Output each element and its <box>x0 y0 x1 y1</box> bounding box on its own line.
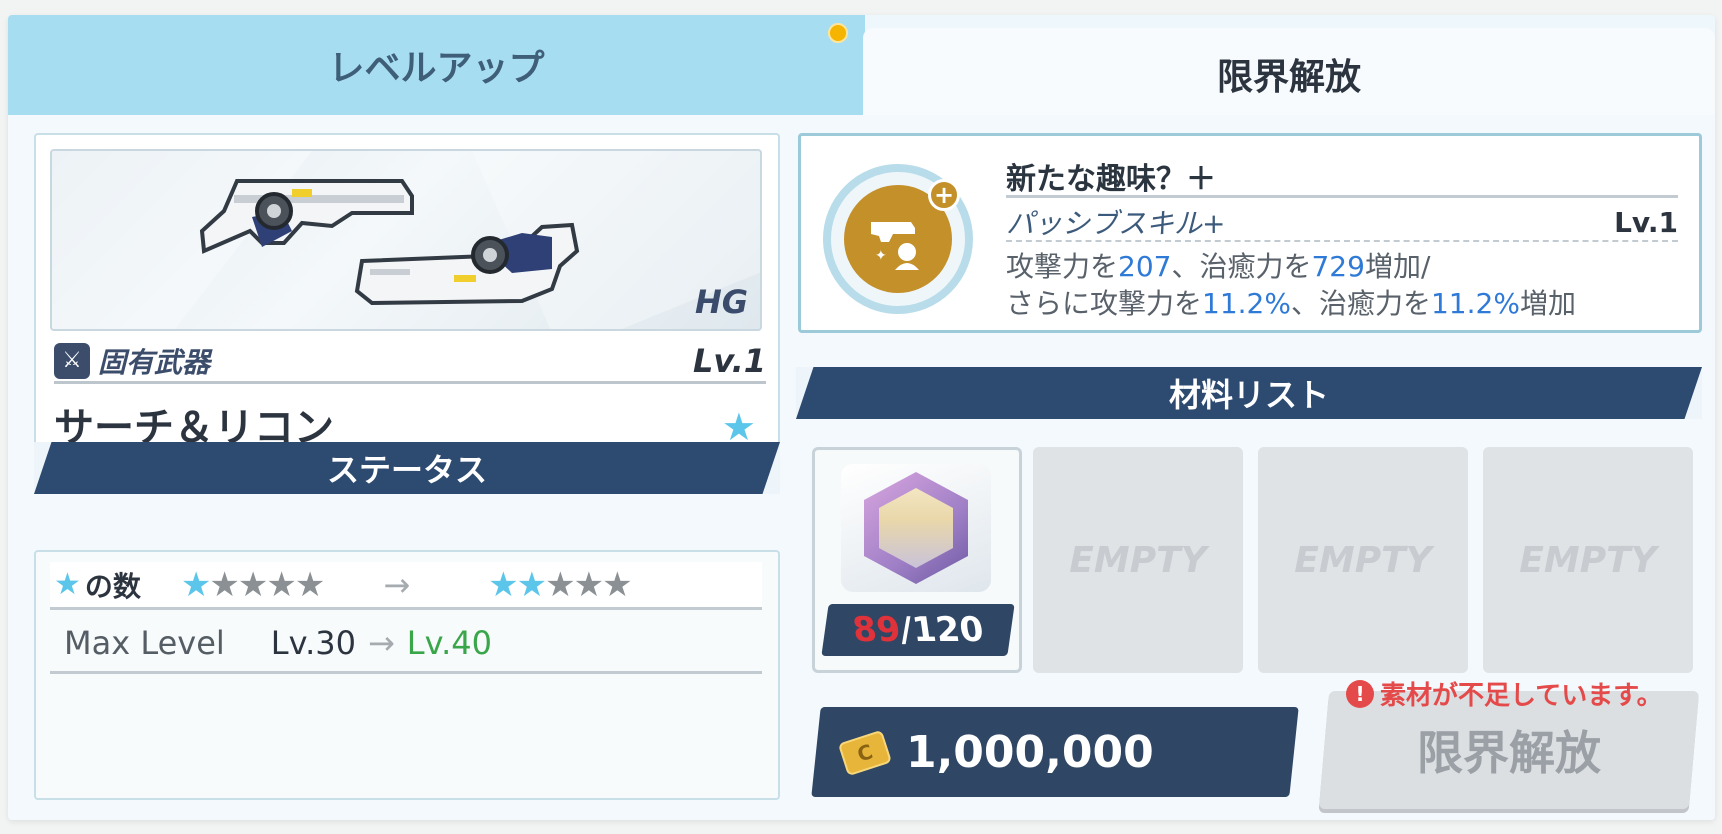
pistol-skill-icon: ✦ + <box>844 179 960 293</box>
desc-text: 攻撃力を <box>1006 250 1119 283</box>
info-icon: ! <box>1346 679 1374 708</box>
weapon-meta-row: ⚔ 固有武器 Lv.1 <box>54 340 766 384</box>
skill-type: パッシブスキル+ <box>1006 207 1226 240</box>
max-level-label: Max Level <box>64 623 225 662</box>
star-count-text: の数 <box>84 569 141 603</box>
character-crystal-icon <box>864 472 968 584</box>
unique-weapon-icon: ⚔ <box>54 342 90 379</box>
material-count: 89/120 <box>821 604 1015 656</box>
weapon-image: HG <box>50 149 762 331</box>
weapon-category: 固有武器 <box>98 345 211 379</box>
desc-text: さらに攻撃力を <box>1006 287 1203 320</box>
material-slot-1[interactable]: 89/120 <box>812 447 1022 673</box>
star-empty-icon: ★ <box>266 564 297 605</box>
star-filled-icon: ★ <box>180 564 212 605</box>
star-empty-icon: ★ <box>294 564 326 605</box>
svg-text:✦: ✦ <box>875 248 887 264</box>
material-owned: 89 <box>849 610 903 650</box>
material-required: /120 <box>897 610 987 650</box>
star-empty-icon: ★ <box>237 564 269 605</box>
warning-text: 素材が不足しています。 <box>1380 681 1663 711</box>
stars-next: ★★★★★ <box>488 564 633 605</box>
star-icon: ★ <box>54 567 81 602</box>
arrow-icon: → <box>367 623 395 662</box>
status-header-label: ステータス <box>326 451 487 489</box>
material-slot-2: EMPTY <box>1033 447 1243 673</box>
skill-desc-line-1: 攻撃力を207、治癒力を729増加/ <box>1006 248 1686 285</box>
desc-text: 、治癒力を <box>1290 287 1431 320</box>
star-empty-icon: ★ <box>545 564 576 605</box>
star-count-label: ★ の数 <box>54 565 141 605</box>
skill-name: 新たな趣味？＋ <box>1006 154 1678 198</box>
max-level-from: Lv.30 <box>270 623 356 662</box>
weapon-level: Lv.1 <box>692 341 766 380</box>
arrow-icon: → <box>383 565 411 604</box>
materials-header-label: 材料リスト <box>1168 376 1329 414</box>
tab-level-up-label: レベルアップ <box>328 48 545 89</box>
skill-sub-row: パッシブスキル+ Lv.1 <box>1006 204 1678 242</box>
tab-level-up[interactable]: レベルアップ <box>8 15 865 115</box>
desc-text: 増加/ <box>1364 250 1431 283</box>
star-filled-icon: ★ <box>516 564 548 605</box>
materials-header: 材料リスト <box>796 367 1702 419</box>
tab-limit-break[interactable]: 限界解放 <box>863 28 1715 120</box>
skill-description: 攻撃力を207、治癒力を729増加/ さらに攻撃力を11.2%、治癒力を11.2… <box>1006 248 1686 322</box>
twin-pistols-icon <box>52 151 760 329</box>
notification-dot <box>828 23 848 43</box>
skill-level: Lv.1 <box>1614 205 1678 239</box>
plus-icon: + <box>928 179 960 211</box>
status-header: ステータス <box>34 442 780 494</box>
status-card: ★ の数 ★★★★★ → ★★★★★ Max Level Lv.30 → Lv.… <box>34 550 780 800</box>
weapon-card: HG ⚔ 固有武器 Lv.1 サーチ＆リコン ★ <box>34 133 780 453</box>
skill-icon-frame: ✦ + <box>823 164 973 314</box>
skill-desc-line-2: さらに攻撃力を11.2%、治癒力を11.2%増加 <box>1006 285 1686 322</box>
weapon-type-label: HG <box>694 283 748 321</box>
attack-percent: 11.2% <box>1202 287 1291 320</box>
heal-percent: 11.2% <box>1430 287 1520 320</box>
star-empty-icon: ★ <box>602 564 633 605</box>
star-filled-icon: ★ <box>488 564 519 605</box>
star-empty-icon: ★ <box>209 564 240 605</box>
material-slot-4: EMPTY <box>1483 447 1693 673</box>
heal-value: 729 <box>1311 250 1365 283</box>
credit-icon: C <box>837 728 893 776</box>
stars-current: ★★★★★ <box>180 564 326 605</box>
tab-limit-break-label: 限界解放 <box>1216 57 1361 98</box>
cost-box: C 1,000,000 <box>811 707 1299 797</box>
desc-text: 、治癒力を <box>1171 250 1312 283</box>
max-level-row: Max Level Lv.30 → Lv.40 <box>50 614 762 674</box>
cost-value: 1,000,000 <box>906 726 1154 778</box>
limit-break-button-label: 限界解放 <box>1417 726 1601 780</box>
max-level-to: Lv.40 <box>406 623 492 662</box>
skill-card: ✦ + 新たな趣味？＋ パッシブスキル+ Lv.1 攻撃力を207、治癒力を72… <box>798 133 1702 333</box>
material-item-image <box>841 464 991 592</box>
star-count-row: ★ の数 ★★★★★ → ★★★★★ <box>50 562 762 610</box>
star-empty-icon: ★ <box>573 564 605 605</box>
insufficient-material-warning: ! 素材が不足しています。 <box>1346 675 1663 712</box>
material-slot-3: EMPTY <box>1258 447 1468 673</box>
limit-break-panel: レベルアップ 限界解放 HG ⚔ 固有武器 Lv.1 サーチ＆リコン ★ ステー… <box>8 15 1715 820</box>
desc-text: 増加 <box>1519 287 1576 320</box>
attack-value: 207 <box>1118 250 1172 283</box>
pistol-icon: ✦ <box>871 222 919 270</box>
